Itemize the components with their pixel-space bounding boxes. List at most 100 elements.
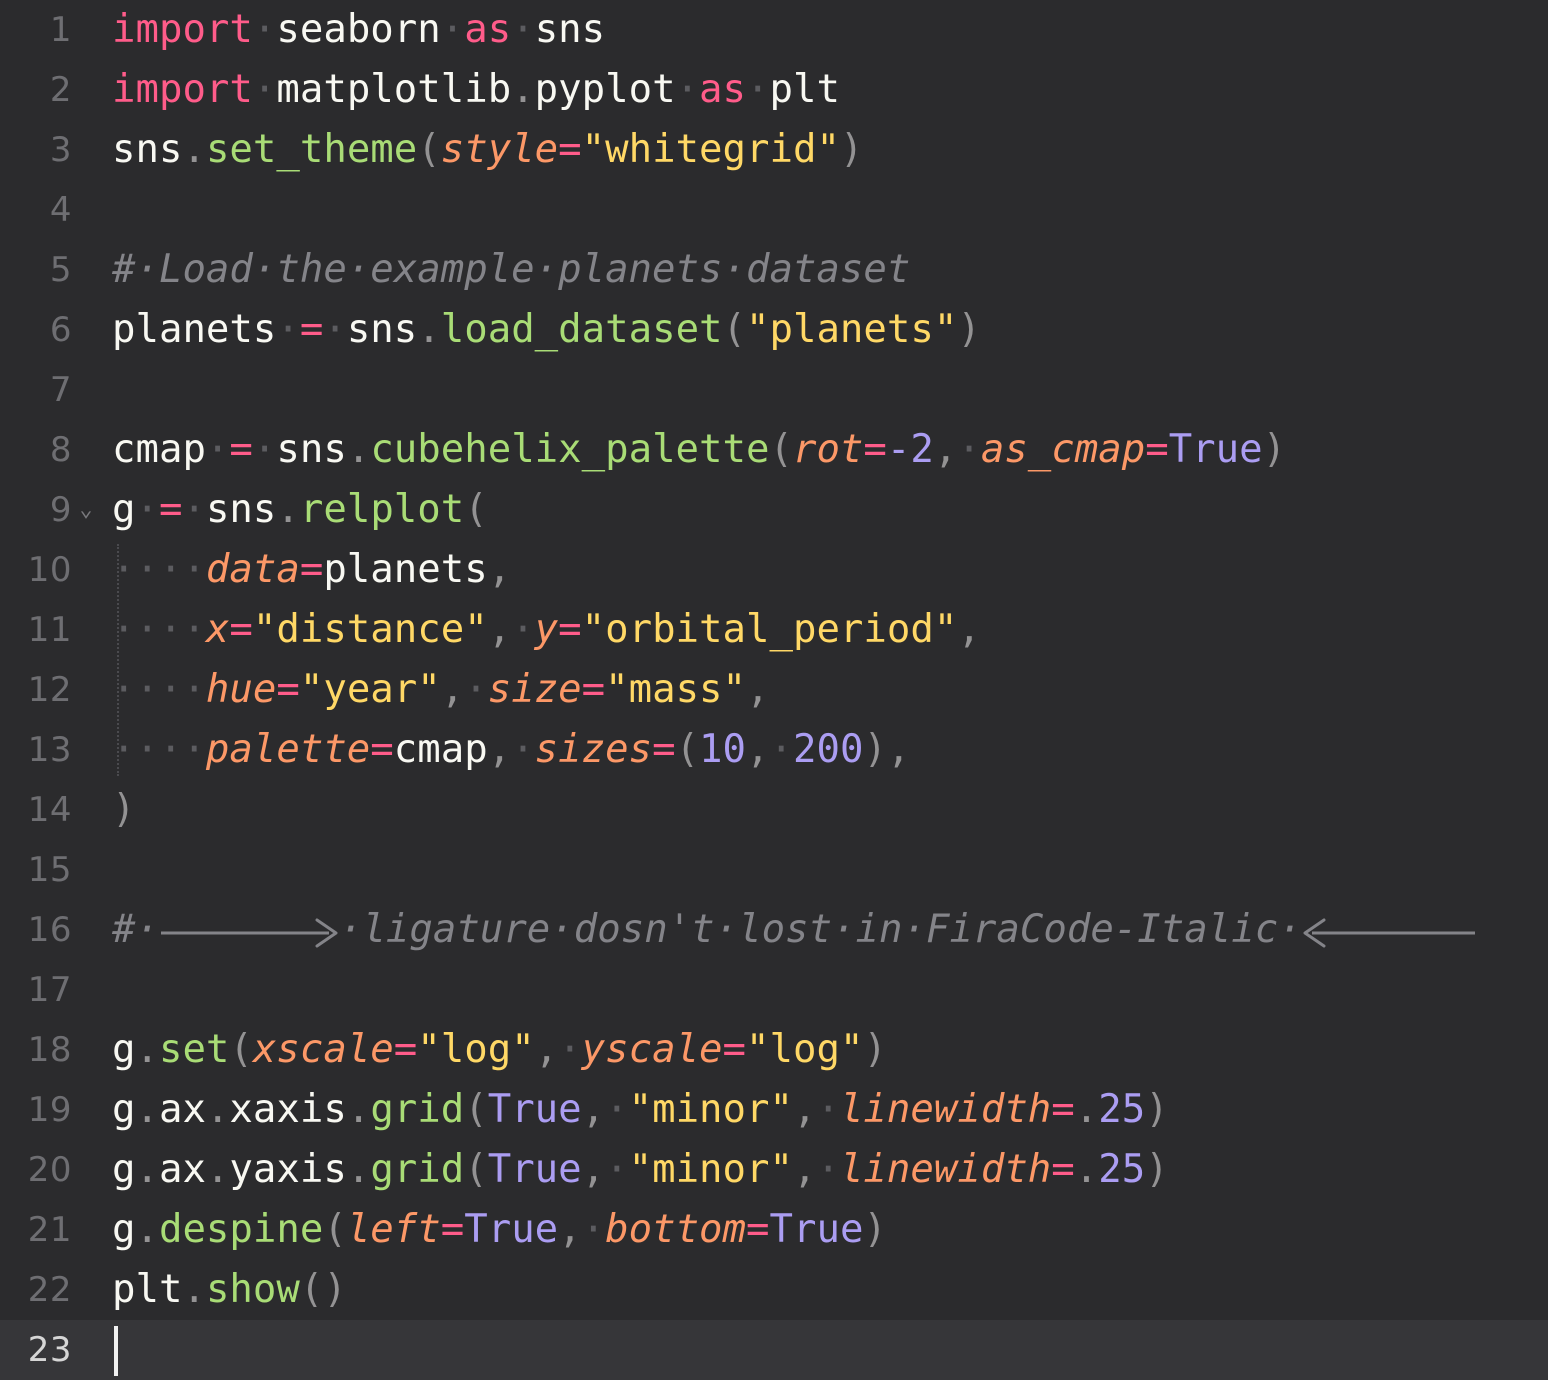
identifier-token: ax [158,1087,206,1132]
code-line[interactable]: 19 g.ax.xaxis.grid(True,·"minor",·linewid… [0,1080,1548,1140]
punctuation-token: ) [839,127,864,172]
code-editor[interactable]: 1 import·seaborn·as·sns 2 import·matplotlib… [0,0,1548,1380]
string-token: "log" [746,1027,864,1072]
punctuation-token: , [746,727,770,772]
punctuation-token: ( [323,1207,347,1252]
code-line-content: g·=·sns.relplot( [112,480,488,540]
code-line[interactable]: 2 import·matplotlib.pyplot·as·plt [0,60,1548,120]
line-number: 4 [49,190,72,230]
whitespace-token: · [581,1207,606,1252]
identifier-token: sns [205,487,277,532]
code-line-content: ····palette=cmap,·sizes=(10,·200), [112,720,910,780]
parameter-token: x [205,607,230,652]
parameter-token: palette [205,727,371,772]
code-line[interactable]: 17 [0,960,1548,1020]
punctuation-token: ( [675,727,700,772]
identifier-token: plt [769,67,840,112]
code-line[interactable]: 14) [0,780,1548,840]
code-line[interactable]: 15 [0,840,1548,900]
whitespace-token: ···· [112,667,206,712]
punctuation-token: ( [722,307,747,352]
line-number: 2 [49,70,72,110]
constant-token: True [1168,427,1263,472]
function-token: show [205,1267,300,1312]
line-number: 17 [27,970,72,1010]
line-number: 11 [27,610,72,650]
punctuation-token: . [135,1207,159,1252]
punctuation-token: , [487,547,512,592]
punctuation-token: ( [464,487,488,532]
code-line[interactable]: 3 sns.set_theme(style="whitegrid") [0,120,1548,180]
operator-token: = [863,427,887,472]
identifier-token: seaborn [276,7,441,52]
function-token: set_theme [205,127,418,172]
operator-token: = [1051,1087,1075,1132]
punctuation-token: , [957,607,981,652]
punctuation-token: . [1074,1147,1099,1192]
whitespace-token: · [205,427,230,472]
identifier-token: sns [346,307,418,352]
code-line[interactable]: 8 cmap·=·sns.cubehelix_palette(rot=-2,·as… [0,420,1548,480]
whitespace-token: · [440,7,465,52]
line-number: 13 [27,730,72,770]
identifier-token: sns [112,127,183,172]
punctuation-token: . [417,307,441,352]
whitespace-token: · [464,667,488,712]
string-token: "year" [299,667,441,712]
constant-token: True [464,1207,559,1252]
punctuation-token: , [581,1147,606,1192]
code-line[interactable]: 7 [0,360,1548,420]
code-line[interactable]: 11 ····x="distance",·y="orbital_period", [0,600,1548,660]
code-line-content: g.ax.yaxis.grid(True,·"minor",·linewidth… [112,1140,1169,1200]
line-number: 5 [49,250,72,290]
operator-token: = [1145,427,1169,472]
parameter-token: style [440,127,559,172]
code-line[interactable]: 20 g.ax.yaxis.grid(True,·"minor",·linewid… [0,1140,1548,1200]
code-line[interactable]: 10 ····data=planets, [0,540,1548,600]
string-token: "minor" [628,1147,793,1192]
code-line[interactable]: 18 g.set(xscale="log",·yscale="log") [0,1020,1548,1080]
punctuation-token: . [1074,1087,1099,1132]
line-number: 23 [27,1330,72,1370]
code-line[interactable]: 23 [0,1320,1548,1380]
operator-token: = [299,307,324,352]
indent-guide [117,544,119,776]
function-token: load_dataset [440,307,723,352]
punctuation-token: . [135,1147,159,1192]
operator-token: = [558,607,582,652]
operator-token: = [722,1027,747,1072]
punctuation-token: , [746,667,770,712]
comment-token: ·ligature·dosn't·lost·in·FiraCode-Italic… [338,907,1302,952]
punctuation-token: . [511,67,535,112]
code-line-content: planets·=·sns.load_dataset("planets") [112,300,981,360]
identifier-token: ax [158,1147,206,1192]
text-cursor [114,1326,118,1376]
punctuation-token: . [346,1087,371,1132]
code-line[interactable]: 1 import·seaborn·as·sns [0,0,1548,60]
whitespace-token: · [558,1027,582,1072]
operator-token: = [158,487,183,532]
line-number: 10 [27,550,72,590]
code-line[interactable]: 12 ····hue="year",·size="mass", [0,660,1548,720]
whitespace-token: · [816,1147,840,1192]
code-line[interactable]: 21 g.despine(left=True,·bottom=True) [0,1200,1548,1260]
fold-chevron-down-icon[interactable]: ⌄ [74,480,98,540]
code-line[interactable]: 9 ⌄ g·=·sns.relplot( [0,480,1548,540]
identifier-token: cmap [393,727,488,772]
code-line-content: plt.show() [112,1260,347,1320]
code-line[interactable]: 4 [0,180,1548,240]
operator-token: = [581,667,606,712]
code-line-content: g.set(xscale="log",·yscale="log") [112,1020,887,1080]
code-line[interactable]: 5 #·Load·the·example·planets·dataset [0,240,1548,300]
line-number: 18 [27,1030,72,1070]
whitespace-token: · [511,607,535,652]
parameter-token: bottom [605,1207,747,1252]
punctuation-token: . [276,487,300,532]
string-token: "orbital_period" [581,607,958,652]
code-line[interactable]: 22 plt.show() [0,1260,1548,1320]
code-line[interactable]: 16 #· ·ligature·dosn't·lost·in·FiraCode-It… [0,900,1548,960]
operator-token: = [229,607,253,652]
punctuation-token: , [886,727,911,772]
code-line[interactable]: 13 ····palette=cmap,·sizes=(10,·200), [0,720,1548,780]
code-line[interactable]: 6 planets·=·sns.load_dataset("planets") [0,300,1548,360]
